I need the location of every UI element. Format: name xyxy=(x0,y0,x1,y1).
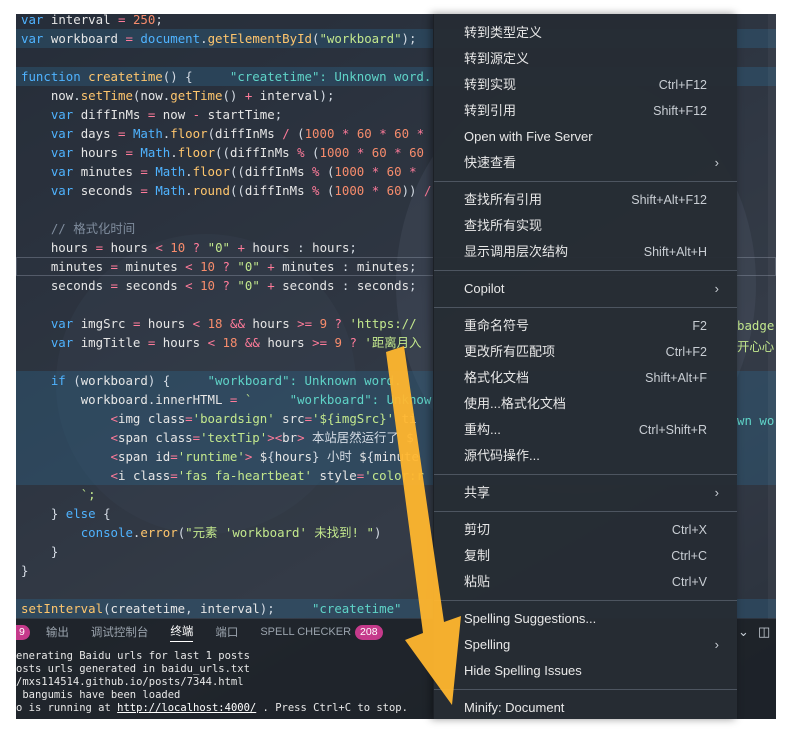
menu-item-label: 源代码操作... xyxy=(464,448,540,463)
menu-item[interactable]: 查找所有引用 Shift+Alt+F12 xyxy=(434,187,737,213)
menu-item[interactable]: 查找所有实现 xyxy=(434,213,737,239)
menu-item-shortcut: Ctrl+F12 xyxy=(658,78,707,92)
terminal-link[interactable]: http://localhost:4000/ xyxy=(117,702,256,714)
menu-item[interactable]: 格式化文档 Shift+Alt+F xyxy=(434,365,737,391)
menu-separator xyxy=(434,307,737,308)
menu-item-label: 查找所有实现 xyxy=(464,218,543,233)
menu-item-label: 粘贴 xyxy=(464,574,491,589)
menu-item-label: 剪切 xyxy=(464,522,491,537)
menu-item[interactable]: 共享 › xyxy=(434,480,737,506)
menu-item[interactable]: 转到引用 Shift+F12 xyxy=(434,98,737,124)
menu-separator xyxy=(434,511,737,512)
menu-item[interactable]: Spelling › xyxy=(434,632,737,658)
menu-item-label: 格式化文档 xyxy=(464,370,530,385)
menu-item[interactable]: 转到类型定义 xyxy=(434,20,737,46)
menu-item[interactable]: 转到实现 Ctrl+F12 xyxy=(434,72,737,98)
menu-item[interactable]: 快速查看 › xyxy=(434,150,737,176)
menu-item[interactable]: 重构... Ctrl+Shift+R xyxy=(434,417,737,443)
menu-item-shortcut: Ctrl+F2 xyxy=(665,345,707,359)
menu-item-label: 重构... xyxy=(464,422,501,437)
menu-item-label: Hide Spelling Issues xyxy=(464,663,582,678)
menu-item-label: 复制 xyxy=(464,548,491,563)
submenu-chevron-icon: › xyxy=(714,155,719,170)
submenu-chevron-icon: › xyxy=(714,485,719,500)
menu-separator xyxy=(434,689,737,690)
menu-item[interactable]: 显示调用层次结构 Shift+Alt+H xyxy=(434,239,737,265)
menu-item[interactable]: Hide Spelling Issues xyxy=(434,658,737,684)
menu-item-label: Copilot xyxy=(464,281,505,296)
menu-item[interactable]: 转到源定义 xyxy=(434,46,737,72)
context-menu: 转到类型定义 转到源定义转到实现 Ctrl+F12 转到引用 Shift+F12 Open… xyxy=(433,14,737,719)
menu-item-label: 转到类型定义 xyxy=(464,25,543,40)
menu-item-label: Minify: Document xyxy=(464,700,565,715)
spell-count-badge: 208 xyxy=(355,624,383,640)
editor-scrollbar[interactable] xyxy=(768,14,776,619)
menu-item[interactable]: 源代码操作... xyxy=(434,443,737,469)
terminal-text: o is running at xyxy=(16,702,118,714)
menu-separator xyxy=(434,474,737,475)
menu-item[interactable]: 使用...格式化文档 xyxy=(434,391,737,417)
menu-item-label: 重命名符号 xyxy=(464,318,530,333)
problems-count-badge[interactable]: 9 xyxy=(16,624,30,640)
menu-item[interactable]: 重命名符号 F2 xyxy=(434,313,737,339)
chevron-down-icon[interactable]: ⌄ xyxy=(738,624,749,640)
menu-item-label: 查找所有引用 xyxy=(464,192,543,207)
menu-item[interactable]: 更改所有匹配项 Ctrl+F2 xyxy=(434,339,737,365)
submenu-chevron-icon: › xyxy=(714,281,719,296)
menu-item-label: 显示调用层次结构 xyxy=(464,244,569,259)
menu-item-label: 使用...格式化文档 xyxy=(464,396,566,411)
menu-item[interactable]: 粘贴 Ctrl+V xyxy=(434,569,737,595)
menu-item-shortcut: Ctrl+Shift+R xyxy=(638,423,707,437)
menu-separator xyxy=(434,600,737,601)
split-editor-icon[interactable]: ◫ xyxy=(758,624,770,640)
menu-item[interactable]: 剪切 Ctrl+X xyxy=(434,517,737,543)
tab-output[interactable]: 输出 xyxy=(46,624,69,640)
menu-item-label: Spelling Suggestions... xyxy=(464,611,597,626)
menu-item[interactable]: Open with Five Server xyxy=(434,124,737,150)
tab-spell-checker[interactable]: SPELL CHECKER 208 xyxy=(260,624,383,640)
tab-debug-console[interactable]: 调试控制台 xyxy=(91,624,149,640)
menu-item-label: Spelling xyxy=(464,637,511,652)
menu-item[interactable]: Copilot › xyxy=(434,276,737,302)
menu-item-shortcut: Shift+Alt+F xyxy=(645,371,707,385)
menu-item[interactable]: Minify: Document xyxy=(434,695,737,721)
tab-terminal[interactable]: 终端 xyxy=(170,623,194,642)
menu-item-shortcut: Shift+Alt+F12 xyxy=(631,193,707,207)
menu-item-label: 共享 xyxy=(464,485,491,500)
menu-item-label: 快速查看 xyxy=(464,155,517,170)
menu-item[interactable]: Spelling Suggestions... xyxy=(434,606,737,632)
menu-item-shortcut: Shift+Alt+H xyxy=(643,245,707,259)
menu-item-shortcut: Ctrl+V xyxy=(671,575,707,589)
menu-item-shortcut: F2 xyxy=(692,319,707,333)
tab-ports[interactable]: 端口 xyxy=(215,624,238,640)
terminal-text-tail: . Press Ctrl+C to stop. xyxy=(256,702,408,714)
menu-separator xyxy=(434,181,737,182)
menu-item-shortcut: Shift+F12 xyxy=(653,104,707,118)
submenu-chevron-icon: › xyxy=(714,637,719,652)
menu-item-label: Open with Five Server xyxy=(464,129,593,144)
menu-item-label: 更改所有匹配项 xyxy=(464,344,556,359)
menu-item-label: 转到实现 xyxy=(464,77,517,92)
menu-item-label: 转到引用 xyxy=(464,103,517,118)
tab-spell-checker-label: SPELL CHECKER xyxy=(260,625,352,638)
menu-item[interactable]: 复制 Ctrl+C xyxy=(434,543,737,569)
menu-separator xyxy=(434,270,737,271)
menu-item-label: 转到源定义 xyxy=(464,51,530,66)
menu-item-shortcut: Ctrl+X xyxy=(671,523,707,537)
menu-item-shortcut: Ctrl+C xyxy=(671,549,707,563)
